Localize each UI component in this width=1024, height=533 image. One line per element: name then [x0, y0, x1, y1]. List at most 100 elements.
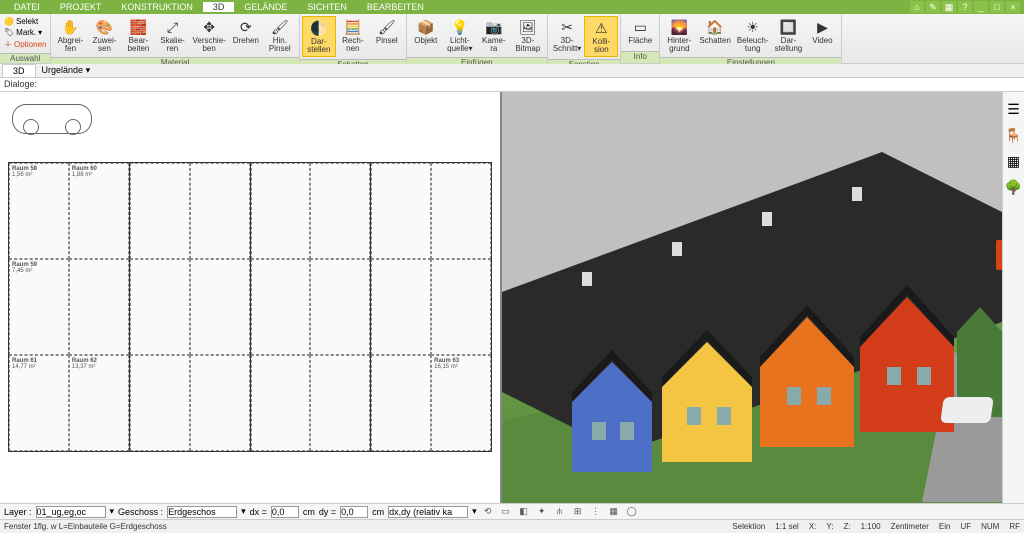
- darstellung-icon: 🔲: [779, 18, 797, 36]
- menu-bearbeiten[interactable]: BEARBEITEN: [357, 2, 434, 12]
- dy-input[interactable]: [340, 506, 368, 518]
- tab-3d[interactable]: 3D: [2, 64, 36, 77]
- urgelaende-dropdown[interactable]: Urgelände ▾: [36, 64, 97, 77]
- tool-icon-4[interactable]: ✦: [535, 505, 549, 519]
- tool-icon-2[interactable]: ▭: [499, 505, 513, 519]
- render-3d-pane[interactable]: [502, 92, 1002, 503]
- tool-icon-7[interactable]: ⋮: [589, 505, 603, 519]
- kamera-icon: 📷: [485, 18, 503, 36]
- verschieben-button[interactable]: ✥Verschie- ben: [189, 16, 228, 55]
- toolbar-icon-1[interactable]: ⌂: [910, 1, 924, 13]
- view-tabstrip: 3D Urgelände ▾: [0, 64, 1024, 78]
- tool-icon-1[interactable]: ⟲: [481, 505, 495, 519]
- menu-datei[interactable]: DATEI: [4, 2, 50, 12]
- hin-pinsel-button[interactable]: 🖌Hin. Pinsel: [263, 16, 297, 55]
- flaeche-button[interactable]: ▭Fläche: [623, 16, 657, 47]
- status-scale: 1:1 sel: [775, 522, 799, 531]
- car-3d: [940, 397, 994, 423]
- tool-icon-5[interactable]: ⫛: [553, 505, 567, 519]
- bearbeiten-button[interactable]: 🧱Bear- beiten: [121, 16, 155, 55]
- dxdy-input[interactable]: [388, 506, 468, 518]
- menu-konstruktion[interactable]: KONSTRUKTION: [111, 2, 203, 12]
- objekt-button[interactable]: 📦Objekt: [409, 16, 443, 47]
- menu-projekt[interactable]: PROJEKT: [50, 2, 112, 12]
- video-button[interactable]: ▶Video: [805, 16, 839, 47]
- side-toolbar: ☰ 🪑 ▦ 🌳: [1002, 92, 1024, 503]
- verschieben-icon: ✥: [200, 18, 218, 36]
- ribbon-group-schatten: 🌓Dar- stellen🧮Rech- nen🖌Pinsel Schatten: [300, 14, 407, 63]
- menu-gelaende[interactable]: GELÄNDE: [234, 2, 297, 12]
- drehen-button[interactable]: ⟳Drehen: [229, 16, 263, 47]
- abgreifen-icon: ✋: [61, 18, 79, 36]
- schatten-icon: 🏠: [706, 18, 724, 36]
- status-bar: Fenster 1flg. w L=Einbauteile G=Erdgesch…: [0, 519, 1024, 533]
- furniture-icon[interactable]: 🪑: [1005, 126, 1023, 144]
- hin-pinsel-icon: 🖌: [271, 18, 289, 36]
- tool-icon-6[interactable]: ⊞: [571, 505, 585, 519]
- tool-icon-3[interactable]: ◧: [517, 505, 531, 519]
- menu-sichten[interactable]: SICHTEN: [297, 2, 357, 12]
- rechnen-button[interactable]: 🧮Rech- nen: [336, 16, 370, 55]
- zuweisen-icon: 🎨: [95, 18, 113, 36]
- dx-input[interactable]: [271, 506, 299, 518]
- unit-3: [251, 163, 372, 451]
- tool-icon-9[interactable]: ◯: [625, 505, 639, 519]
- beleuchtung-button[interactable]: ☀Beleuch- tung: [734, 16, 772, 55]
- zuweisen-button[interactable]: 🎨Zuwei- sen: [87, 16, 121, 55]
- materials-icon[interactable]: ▦: [1005, 152, 1023, 170]
- skalieren-icon: ⤢: [163, 18, 181, 36]
- help-icon[interactable]: ?: [958, 1, 972, 13]
- main-menubar: DATEI PROJEKT KONSTRUKTION 3D GELÄNDE SI…: [0, 0, 1024, 14]
- plants-icon[interactable]: 🌳: [1005, 178, 1023, 196]
- abgreifen-button[interactable]: ✋Abgrei- fen: [53, 16, 87, 55]
- layer-dd-icon[interactable]: ▾: [110, 506, 115, 517]
- group-label-auswahl: Auswahl: [0, 53, 50, 63]
- hintergrund-button[interactable]: 🌄Hinter- grund: [662, 16, 696, 55]
- layers-icon[interactable]: ☰: [1005, 100, 1023, 118]
- pinsel-icon: 🖌: [378, 18, 396, 36]
- ribbon-group-material: ✋Abgrei- fen🎨Zuwei- sen🧱Bear- beiten⤢Ska…: [51, 14, 299, 63]
- bottom-toolbar: Layer : ▾ Geschoss : ▾ dx = cm dy = cm ▾…: [0, 503, 1024, 519]
- bearbeiten-icon: 🧱: [129, 18, 147, 36]
- beleuchtung-icon: ☀: [744, 18, 762, 36]
- pinsel-button[interactable]: 🖌Pinsel: [370, 16, 404, 47]
- 3d-schnitt-icon: ✂: [558, 18, 576, 36]
- lichtquelle-button[interactable]: 💡Licht- quelle▾: [443, 16, 477, 55]
- darstellung-button[interactable]: 🔲Dar- stellung: [771, 16, 805, 55]
- ribbon-group-info: ▭Fläche Info: [621, 14, 660, 63]
- geschoss-label: Geschoss :: [118, 507, 163, 517]
- geschoss-input[interactable]: [167, 506, 237, 518]
- darstellen-button[interactable]: 🌓Dar- stellen: [302, 16, 336, 57]
- layer-label: Layer :: [4, 507, 32, 517]
- unit-1: Raum 581,56 m² Raum 601,88 m² Raum 597,4…: [9, 163, 130, 451]
- close-icon[interactable]: ×: [1006, 1, 1020, 13]
- floorplan-2d-pane[interactable]: Raum 581,56 m² Raum 601,88 m² Raum 597,4…: [0, 92, 502, 503]
- ribbon-group-auswahl: 🟡 Selekt 🏷 Mark. ▾ ＋ Optionen Auswahl: [0, 14, 51, 63]
- minimize-icon[interactable]: _: [974, 1, 988, 13]
- skalieren-button[interactable]: ⤢Skalie- ren: [155, 16, 189, 55]
- 3d-schnitt-button[interactable]: ✂3D- Schnitt▾: [550, 16, 584, 55]
- geschoss-dd-icon[interactable]: ▾: [241, 506, 246, 517]
- optionen-button[interactable]: ＋ Optionen: [2, 38, 48, 51]
- 3d-bitmap-button[interactable]: 🖼3D- Bitmap: [511, 16, 545, 55]
- selekt-button[interactable]: 🟡 Selekt: [2, 16, 48, 27]
- maximize-icon[interactable]: □: [990, 1, 1004, 13]
- kollision-button[interactable]: ⚠Kolli- sion: [584, 16, 618, 57]
- ribbon-group-sonstige: ✂3D- Schnitt▾⚠Kolli- sion Sonstige: [548, 14, 621, 63]
- tool-icon-8[interactable]: ▦: [607, 505, 621, 519]
- video-icon: ▶: [813, 18, 831, 36]
- ribbon-group-einfuegen: 📦Objekt💡Licht- quelle▾📷Kame- ra🖼3D- Bitm…: [407, 14, 548, 63]
- mark-button[interactable]: 🏷 Mark. ▾: [2, 27, 48, 38]
- schatten-button[interactable]: 🏠Schatten: [696, 16, 734, 47]
- flaeche-icon: ▭: [631, 18, 649, 36]
- kamera-button[interactable]: 📷Kame- ra: [477, 16, 511, 55]
- dialogs-strip: Dialoge:: [0, 78, 1024, 92]
- pane-resize-handle[interactable]: [996, 240, 1002, 270]
- menu-3d[interactable]: 3D: [203, 2, 235, 12]
- layer-input[interactable]: [36, 506, 106, 518]
- toolbar-icon-2[interactable]: ✎: [926, 1, 940, 13]
- car-symbol: [12, 104, 92, 134]
- kollision-icon: ⚠: [592, 19, 610, 37]
- 3d-bitmap-icon: 🖼: [519, 18, 537, 36]
- toolbar-icon-3[interactable]: ▦: [942, 1, 956, 13]
